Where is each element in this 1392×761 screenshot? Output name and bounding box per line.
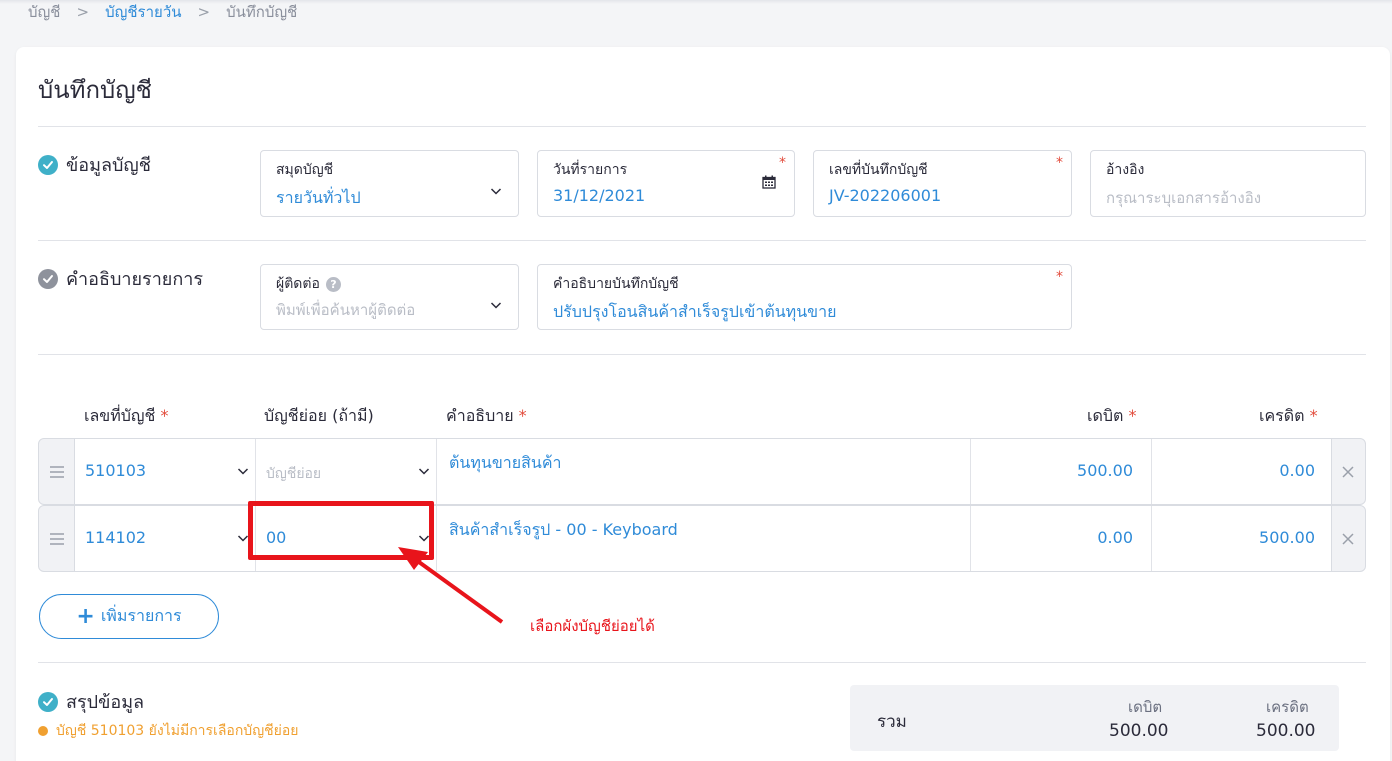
annotation-arrow-icon <box>398 547 504 624</box>
warning-dot-icon <box>38 726 48 736</box>
divider <box>38 662 1366 663</box>
plus-icon: + <box>76 603 95 629</box>
annotation-note: เลือกผังบัญชีย่อยได้ <box>530 617 655 635</box>
warning-text: บัญชี 510103 ยังไม่มีการเลือกบัญชีย่อย <box>56 723 299 739</box>
check-circle-icon <box>38 691 58 712</box>
warning-message: บัญชี 510103 ยังไม่มีการเลือกบัญชีย่อย <box>38 720 298 742</box>
section-summary: สรุปข้อมูล <box>38 687 144 716</box>
total-label: รวม <box>877 712 907 732</box>
totals-panel: รวม เดบิต เครดิต 500.00 500.00 <box>850 685 1339 751</box>
section-label: สรุปข้อมูล <box>66 692 145 713</box>
total-credit-value: 500.00 <box>1256 721 1316 741</box>
add-row-button[interactable]: + เพิ่มรายการ <box>39 594 219 639</box>
total-debit-value: 500.00 <box>1109 721 1169 741</box>
total-debit-label: เดบิต <box>1128 698 1163 716</box>
add-row-label: เพิ่มรายการ <box>100 606 182 625</box>
total-credit-label: เครดิต <box>1266 698 1309 716</box>
